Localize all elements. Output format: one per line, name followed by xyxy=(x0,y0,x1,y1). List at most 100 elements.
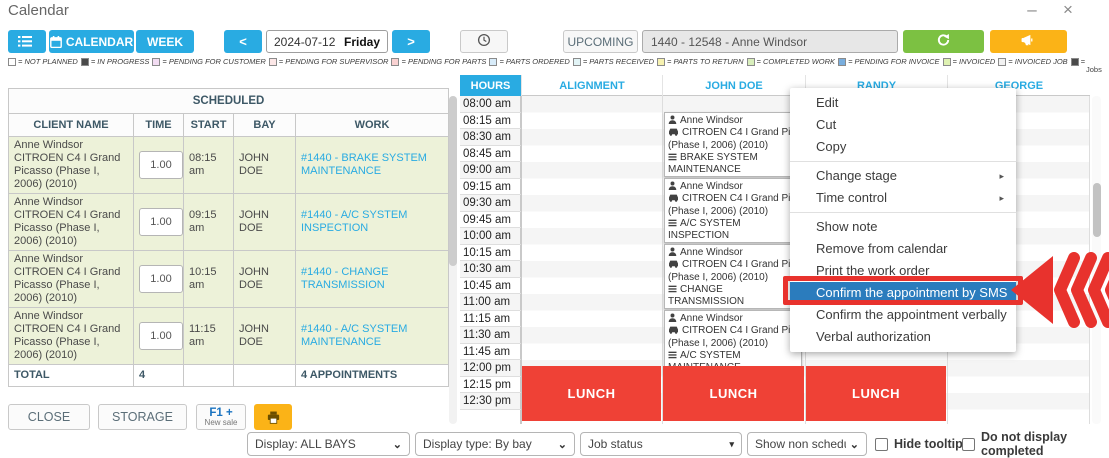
show-non-scheduled-select[interactable]: Show non scheduled c⌄ xyxy=(747,432,867,456)
close-button[interactable]: CLOSE xyxy=(8,404,90,430)
lunch-block[interactable]: LUNCH xyxy=(663,366,804,421)
lunch-block[interactable]: LUNCH xyxy=(806,366,946,421)
close-icon[interactable]: × xyxy=(1058,0,1078,20)
work-list-icon xyxy=(668,219,677,227)
appointment-card[interactable]: Anne Windsor CITROEN C4 I Grand Picasso … xyxy=(664,112,802,177)
time-field[interactable] xyxy=(139,208,183,236)
client-name: Anne Windsor xyxy=(14,310,128,323)
announce-button[interactable] xyxy=(990,30,1067,53)
start-time: 09:15 am xyxy=(184,194,234,251)
legend-swatch xyxy=(81,58,89,66)
menu-item-cut[interactable]: Cut xyxy=(790,114,1016,136)
right-scrollbar-thumb[interactable] xyxy=(1093,183,1101,237)
legend-item: = INVOICED JOB xyxy=(998,57,1067,66)
menu-item-verbal-authorization[interactable]: Verbal authorization xyxy=(790,326,1016,348)
work-order-link[interactable]: #1440 - CHANGE TRANSMISSION xyxy=(301,266,388,291)
total-row: TOTAL 4 4 APPOINTMENTS xyxy=(9,365,449,387)
list-view-button[interactable] xyxy=(8,30,46,53)
legend-swatch xyxy=(943,58,951,66)
calendar-button[interactable]: CALENDAR xyxy=(49,30,134,53)
lunch-block[interactable]: LUNCH xyxy=(522,366,661,421)
appointment-card[interactable]: Anne Windsor CITROEN C4 I Grand Picasso … xyxy=(664,244,802,309)
start-time: 08:15 am xyxy=(184,137,234,194)
person-icon xyxy=(668,181,677,190)
bay-name: JOHN DOE xyxy=(234,251,296,308)
hide-tooltip-checkbox[interactable] xyxy=(875,438,888,451)
appointment-card[interactable]: Anne Windsor CITROEN C4 I Grand Picasso … xyxy=(664,178,802,243)
legend-swatch xyxy=(391,58,399,66)
display-bays-select[interactable]: Display: ALL BAYS⌄ xyxy=(247,432,410,456)
new-sale-button[interactable]: F1 + New sale xyxy=(196,404,246,430)
legend-swatch xyxy=(838,58,846,66)
refresh-button[interactable] xyxy=(903,30,984,53)
legend-item: = INVOICED xyxy=(943,57,996,66)
column-header-client: CLIENT NAME xyxy=(9,114,134,137)
menu-item-change-stage[interactable]: Change stage▸ xyxy=(790,165,1016,187)
chevron-down-icon: ⌄ xyxy=(393,438,402,451)
job-search-input[interactable] xyxy=(642,30,898,53)
calendar-button-label: CALENDAR xyxy=(66,35,133,49)
upcoming-button[interactable]: UPCOMING xyxy=(563,30,638,53)
time-field[interactable] xyxy=(139,322,183,350)
left-scrollbar-thumb[interactable] xyxy=(449,96,457,266)
menu-item-remove-from-calendar[interactable]: Remove from calendar xyxy=(790,238,1016,260)
submenu-arrow-icon: ▸ xyxy=(999,187,1004,209)
hide-tooltip-option: Hide tooltip xyxy=(875,434,963,454)
menu-item-confirm-appointment-sms[interactable]: Confirm the appointment by SMS xyxy=(790,282,1016,304)
legend-item: = NOT PLANNED xyxy=(8,57,78,66)
time-slot-label: 12:00 pm xyxy=(460,360,521,377)
menu-item-edit[interactable]: Edit xyxy=(790,92,1016,114)
car-icon xyxy=(668,127,679,136)
right-scrollbar-track[interactable] xyxy=(1092,96,1101,424)
time-slot-label: 12:15 pm xyxy=(460,377,521,394)
work-order-link[interactable]: #1440 - BRAKE SYSTEM MAINTENANCE xyxy=(301,152,427,177)
week-button-label: WEEK xyxy=(147,35,183,49)
menu-item-show-note[interactable]: Show note xyxy=(790,216,1016,238)
total-label: TOTAL xyxy=(9,365,134,387)
storage-button-label: STORAGE xyxy=(112,410,173,424)
time-slot-label: 08:30 am xyxy=(460,129,521,146)
minimize-icon[interactable]: – xyxy=(1022,0,1042,20)
bay-header-alignment[interactable]: ALIGNMENT xyxy=(521,75,662,96)
submenu-arrow-icon: ▸ xyxy=(999,165,1004,187)
column-header-start: START xyxy=(184,114,234,137)
legend-item: = IN PROGRESS xyxy=(81,57,150,66)
storage-button[interactable]: STORAGE xyxy=(98,404,187,430)
work-order-link[interactable]: #1440 - A/C SYSTEM INSPECTION xyxy=(301,209,407,234)
date-display[interactable]: 2024-07-12 Friday xyxy=(266,30,388,53)
date-value: 2024-07-12 xyxy=(274,35,335,49)
time-slot-label: 10:00 am xyxy=(460,228,521,245)
no-completed-checkbox[interactable] xyxy=(962,438,975,451)
work-list-icon xyxy=(668,285,677,293)
legend-item: = PARTS RECEIVED xyxy=(573,57,654,66)
time-slot-label: 10:30 am xyxy=(460,261,521,278)
week-button[interactable]: WEEK xyxy=(136,30,194,53)
time-slot-label: 09:30 am xyxy=(460,195,521,212)
display-type-select[interactable]: Display type: By bay⌄ xyxy=(415,432,575,456)
legend-item: = PARTS ORDERED xyxy=(489,57,569,66)
time-slot-label: 11:30 am xyxy=(460,327,521,344)
time-slot-label: 11:45 am xyxy=(460,344,521,361)
vehicle-name: CITROEN C4 I Grand Picasso (Phase I, 200… xyxy=(14,266,128,305)
work-order-link[interactable]: #1440 - A/C SYSTEM MAINTENANCE xyxy=(301,323,407,348)
legend-swatch xyxy=(657,58,665,66)
legend-overflow-text: Jobs xyxy=(1086,65,1102,74)
time-clock-button[interactable] xyxy=(460,30,508,53)
weekday-value: Friday xyxy=(344,35,380,49)
time-field[interactable] xyxy=(139,151,183,179)
legend-swatch xyxy=(747,58,755,66)
refresh-icon xyxy=(936,33,951,50)
upcoming-button-label: UPCOMING xyxy=(568,35,634,49)
next-day-button[interactable]: > xyxy=(392,30,430,53)
job-status-select[interactable]: Job status▾ xyxy=(580,432,742,456)
menu-item-copy[interactable]: Copy xyxy=(790,136,1016,158)
menu-item-time-control[interactable]: Time control▸ xyxy=(790,187,1016,209)
time-field[interactable] xyxy=(139,265,183,293)
client-name: Anne Windsor xyxy=(14,139,128,152)
menu-item-print-work-order[interactable]: Print the work order xyxy=(790,260,1016,282)
menu-item-confirm-appointment-verbally[interactable]: Confirm the appointment verbally xyxy=(790,304,1016,326)
previous-day-button[interactable]: < xyxy=(224,30,262,53)
bay-header-john-doe[interactable]: JOHN DOE xyxy=(662,75,805,96)
vehicle-name: CITROEN C4 I Grand Picasso (Phase I, 200… xyxy=(14,323,128,362)
print-button[interactable] xyxy=(254,404,292,430)
